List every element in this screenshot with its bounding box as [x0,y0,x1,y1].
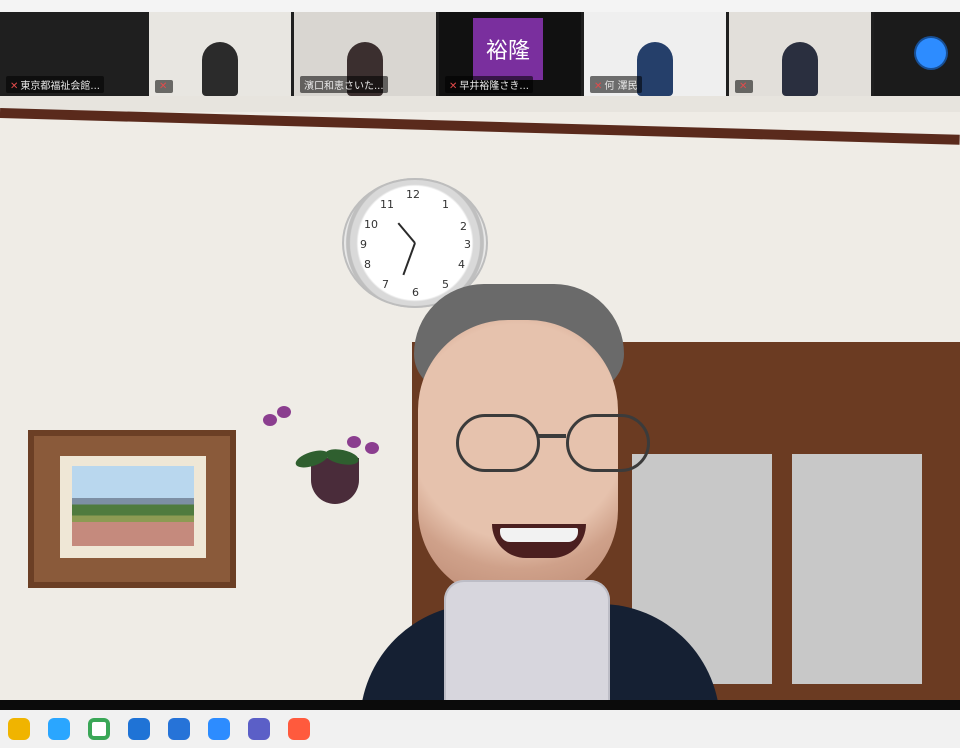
ceiling [0,96,960,112]
person-silhouette [782,42,818,96]
muted-mic-icon: ✕ [739,81,748,92]
clock-number: 8 [364,258,371,271]
clock-number: 1 [442,198,449,211]
photos-icon[interactable] [288,718,310,740]
muted-mic-icon: ✕ [449,81,458,92]
speaker-glasses [456,414,650,474]
file-explorer-icon[interactable] [8,718,30,740]
person-silhouette [202,42,238,96]
door-glass-pane [792,454,922,684]
participant-name: ✕ [735,80,754,93]
participant-tile[interactable]: ✕ [149,12,291,96]
wall-painting [28,430,236,588]
participant-name: 濱口和恵さいた... [300,76,388,93]
window-bottom-edge [0,700,960,710]
clock-number: 4 [458,258,465,271]
clock-number: 9 [360,238,367,251]
glasses-lens [566,414,650,472]
clock-number: 12 [406,188,420,201]
painting-mat [60,456,206,558]
clock-number: 2 [460,220,467,233]
flower [263,414,277,426]
clock-number: 3 [464,238,471,251]
glasses-lens [456,414,540,472]
participant-tile[interactable]: 裕隆 ✕ 早井裕隆さき... [439,12,581,96]
screen-top-margin [0,0,960,12]
system-taskbar[interactable] [0,710,960,748]
flower [277,406,291,418]
muted-mic-icon: ✕ [10,81,19,92]
participant-tile[interactable]: ✕ 何 澤民 [584,12,726,96]
flower [347,436,361,448]
clock-number: 10 [364,218,378,231]
plant-pot [311,458,359,504]
speaker-person [360,284,720,700]
participant-avatar: 裕隆 [473,18,543,80]
edge-icon[interactable] [48,718,70,740]
muted-mic-icon: ✕ [159,81,168,92]
more-participants-tile[interactable] [874,12,960,96]
teams-icon[interactable] [248,718,270,740]
person-silhouette [637,42,673,96]
participant-name: ✕ [155,80,174,93]
clock-number: 11 [380,198,394,211]
store-icon[interactable] [168,718,190,740]
participant-name: ✕ 東京都福祉会館... [6,76,104,93]
speaker-shirt-collar [444,580,610,700]
active-speaker-video[interactable]: 12 1 2 3 4 5 6 7 8 9 10 11 [0,96,960,700]
participant-name: ✕ 早井裕隆さき... [445,76,533,93]
ceiling-molding [0,108,960,145]
glasses-bridge [538,434,566,438]
clock-hour-hand [397,222,416,244]
participant-tile[interactable]: ✕ 東京都福祉会館... [0,12,146,96]
zoom-icon[interactable] [208,718,230,740]
participant-name: ✕ 何 澤民 [590,76,642,93]
landscape-painting [72,466,194,546]
chrome-icon[interactable] [88,718,110,740]
outlook-icon[interactable] [128,718,150,740]
participant-gallery-strip[interactable]: ✕ 東京都福祉会館... ✕ 濱口和恵さいた... 裕隆 ✕ 早井裕隆さき... ✕… [0,12,960,96]
clock-minute-hand [402,242,416,276]
more-participants-icon[interactable] [916,38,946,68]
participant-tile[interactable]: ✕ [729,12,871,96]
speaker-teeth [500,528,578,542]
participant-tile[interactable]: 濱口和恵さいた... [294,12,436,96]
muted-mic-icon: ✕ [594,81,603,92]
